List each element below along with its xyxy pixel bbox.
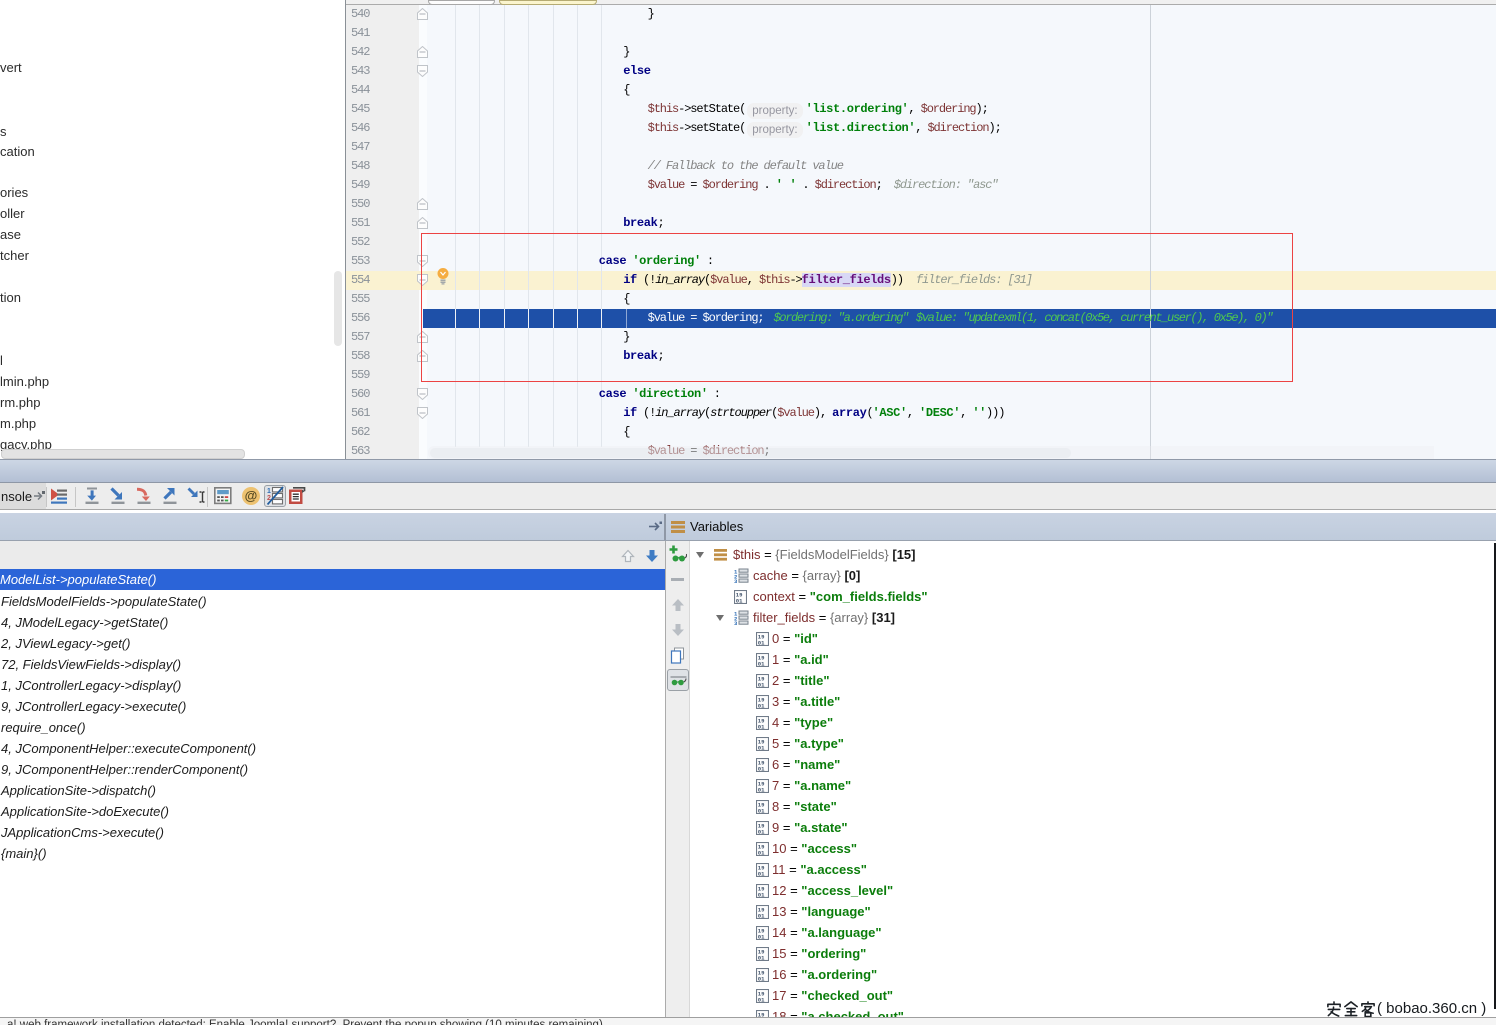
svg-text:01: 01 bbox=[758, 828, 765, 835]
svg-text:3: 3 bbox=[734, 578, 738, 583]
svg-text:01: 01 bbox=[758, 996, 765, 1003]
svg-text:01: 01 bbox=[758, 975, 765, 982]
svg-text:01: 01 bbox=[758, 891, 765, 898]
svg-text:01: 01 bbox=[758, 681, 765, 688]
svg-text:01: 01 bbox=[758, 912, 765, 919]
svg-text:01: 01 bbox=[758, 849, 765, 856]
svg-text:01: 01 bbox=[758, 786, 765, 793]
svg-text:01: 01 bbox=[758, 660, 765, 667]
svg-text:1: 1 bbox=[267, 488, 271, 495]
svg-text:01: 01 bbox=[758, 954, 765, 961]
svg-text:01: 01 bbox=[736, 597, 743, 604]
svg-text:01: 01 bbox=[758, 807, 765, 814]
svg-text:3: 3 bbox=[734, 620, 738, 625]
svg-text:01: 01 bbox=[758, 639, 765, 646]
svg-text:01: 01 bbox=[758, 933, 765, 940]
svg-text:01: 01 bbox=[758, 702, 765, 709]
svg-text:01: 01 bbox=[758, 870, 765, 877]
svg-text:01: 01 bbox=[758, 723, 765, 730]
svg-text:01: 01 bbox=[758, 765, 765, 772]
svg-text:01: 01 bbox=[758, 744, 765, 751]
